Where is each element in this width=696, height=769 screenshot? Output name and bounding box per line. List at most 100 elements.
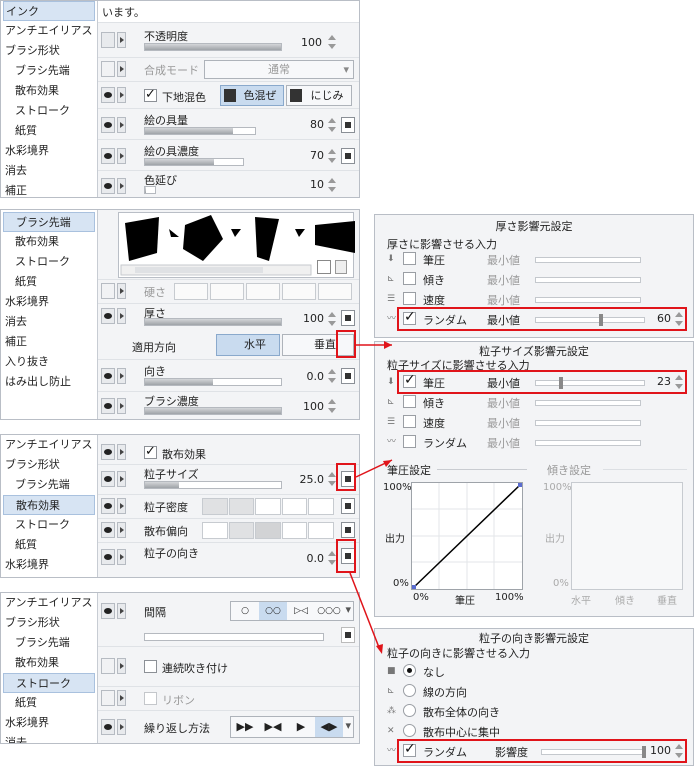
expand-arrow[interactable] bbox=[117, 117, 126, 133]
color-stretch-slider[interactable] bbox=[144, 186, 156, 194]
expand-arrow[interactable] bbox=[117, 658, 126, 674]
eye-toggle[interactable] bbox=[101, 32, 115, 48]
min-slider[interactable] bbox=[535, 257, 641, 263]
sidebar-item-scatter[interactable]: 散布効果 bbox=[15, 81, 59, 101]
sidebar-item-watercolor-edge[interactable]: 水彩境界 bbox=[5, 713, 49, 733]
expand-arrow[interactable] bbox=[117, 498, 126, 514]
eye-toggle[interactable] bbox=[101, 444, 115, 460]
pressure-link-button[interactable] bbox=[341, 368, 355, 384]
sidebar-item-brush-tip[interactable]: ブラシ先端 bbox=[3, 212, 95, 232]
direction-radio[interactable] bbox=[403, 664, 416, 677]
particle-size-spinner[interactable] bbox=[328, 472, 336, 486]
underlay-mix-checkbox[interactable] bbox=[144, 87, 157, 102]
sidebar-item-brush-shape[interactable]: ブラシ形状 bbox=[5, 613, 60, 633]
random-influence-button[interactable] bbox=[341, 548, 355, 564]
eye-toggle[interactable] bbox=[101, 398, 115, 414]
repeat-method-selector[interactable]: ▶▶ ▶◀ ▶ ◀▶ ▾ bbox=[230, 716, 354, 738]
eye-toggle[interactable] bbox=[101, 719, 115, 735]
new-tip-icon[interactable] bbox=[317, 260, 331, 274]
min-slider[interactable] bbox=[535, 297, 641, 303]
sidebar-item-brush-shape[interactable]: ブラシ形状 bbox=[5, 455, 60, 475]
pressure-influence-button[interactable] bbox=[341, 471, 355, 487]
eye-toggle[interactable] bbox=[101, 522, 115, 538]
orientation-spinner[interactable] bbox=[328, 369, 336, 383]
direction-radio[interactable] bbox=[403, 724, 416, 737]
bias-step[interactable] bbox=[255, 522, 281, 539]
brush-density-spinner[interactable] bbox=[328, 399, 336, 413]
sidebar-item-overflow-prevention[interactable]: はみ出し防止 bbox=[5, 372, 71, 392]
eye-toggle[interactable] bbox=[101, 283, 115, 299]
density-step[interactable] bbox=[228, 498, 255, 515]
hardness-option[interactable] bbox=[210, 283, 244, 300]
sidebar-item-scatter[interactable]: 散布効果 bbox=[3, 495, 95, 515]
expand-arrow[interactable] bbox=[117, 719, 126, 735]
hardness-selector[interactable] bbox=[174, 283, 352, 300]
bias-step[interactable] bbox=[202, 522, 228, 539]
sidebar-item-watercolor-edge[interactable]: 水彩境界 bbox=[5, 555, 49, 575]
mix-button[interactable]: 色混ぜ bbox=[220, 85, 284, 106]
expand-arrow[interactable] bbox=[117, 603, 126, 619]
interval-option-dense[interactable]: ○○○ bbox=[315, 602, 343, 620]
influence-checkbox[interactable] bbox=[403, 292, 416, 305]
sidebar-item-stroke[interactable]: ストローク bbox=[15, 252, 70, 272]
eye-toggle[interactable] bbox=[101, 498, 115, 514]
expand-arrow[interactable] bbox=[117, 368, 126, 384]
sidebar-item-ink[interactable]: インク bbox=[3, 1, 95, 21]
eye-toggle[interactable] bbox=[101, 308, 115, 324]
repeat-option-stretch[interactable]: ◀▶ bbox=[315, 717, 343, 737]
paint-amount-spinner[interactable] bbox=[328, 118, 336, 132]
pressure-link-button[interactable] bbox=[341, 627, 355, 643]
bias-step[interactable] bbox=[228, 522, 255, 539]
particle-density-steps[interactable] bbox=[202, 498, 334, 515]
eye-toggle[interactable] bbox=[101, 148, 115, 164]
paint-amount-slider[interactable] bbox=[144, 127, 256, 135]
bias-step[interactable] bbox=[308, 522, 334, 539]
repeat-option-repeat[interactable]: ▶▶ bbox=[231, 717, 259, 737]
random-influence-button[interactable] bbox=[341, 310, 355, 326]
expand-arrow[interactable] bbox=[117, 308, 126, 324]
repeat-option-reverse[interactable]: ▶◀ bbox=[259, 717, 287, 737]
scatter-effect-checkbox[interactable] bbox=[144, 444, 157, 459]
pressure-curve-graph[interactable] bbox=[411, 482, 523, 590]
pressure-link-button[interactable] bbox=[341, 498, 355, 514]
density-step[interactable] bbox=[202, 498, 228, 515]
expand-arrow[interactable] bbox=[117, 32, 126, 48]
ribbon-checkbox[interactable] bbox=[144, 692, 157, 705]
direction-option-scatter-all[interactable]: ⁂ 散布全体の向き bbox=[387, 703, 685, 720]
sidebar-item-brush-tip[interactable]: ブラシ先端 bbox=[15, 61, 70, 81]
sidebar-item-correction[interactable]: 補正 bbox=[5, 332, 27, 352]
direction-option-center[interactable]: ✕ 散布中心に集中 bbox=[387, 723, 685, 740]
hardness-option[interactable] bbox=[282, 283, 316, 300]
direction-option-none[interactable]: ■ なし bbox=[387, 663, 685, 680]
expand-arrow[interactable] bbox=[117, 471, 126, 487]
sidebar-item-erase[interactable]: 消去 bbox=[5, 312, 27, 332]
opacity-slider[interactable] bbox=[144, 43, 282, 51]
thickness-slider[interactable] bbox=[144, 318, 282, 326]
repeat-option-once[interactable]: ▶ bbox=[287, 717, 315, 737]
particle-direction-spinner[interactable] bbox=[328, 551, 336, 565]
eye-toggle[interactable] bbox=[101, 368, 115, 384]
sidebar-item-antialias[interactable]: アンチエイリアス bbox=[5, 593, 93, 613]
vertical-button[interactable]: 垂直 bbox=[282, 334, 354, 356]
eye-toggle[interactable] bbox=[101, 117, 115, 133]
min-slider[interactable] bbox=[535, 400, 641, 406]
direction-radio[interactable] bbox=[403, 684, 416, 697]
color-stretch-spinner[interactable] bbox=[328, 178, 336, 192]
eye-toggle[interactable] bbox=[101, 471, 115, 487]
influence-checkbox[interactable] bbox=[403, 252, 416, 265]
influence-checkbox[interactable] bbox=[403, 272, 416, 285]
eye-toggle[interactable] bbox=[101, 690, 115, 706]
sidebar-item-brush-tip[interactable]: ブラシ先端 bbox=[15, 475, 70, 495]
pressure-link-button[interactable] bbox=[341, 148, 355, 164]
direction-radio[interactable] bbox=[403, 704, 416, 717]
orientation-slider[interactable] bbox=[144, 378, 282, 386]
pressure-link-button[interactable] bbox=[341, 117, 355, 133]
sidebar-item-scatter[interactable]: 散布効果 bbox=[15, 232, 59, 252]
interval-option-wide[interactable]: ○ bbox=[231, 602, 259, 620]
sidebar-item-erase[interactable]: 消去 bbox=[5, 733, 27, 743]
sidebar-item-correction[interactable]: 補正 bbox=[5, 181, 27, 197]
sidebar-item-scatter[interactable]: 散布効果 bbox=[15, 653, 59, 673]
expand-arrow[interactable] bbox=[117, 61, 126, 77]
blend-mode-select[interactable]: 通常 ▾ bbox=[204, 60, 354, 79]
sidebar-item-stroke[interactable]: ストローク bbox=[15, 101, 70, 121]
